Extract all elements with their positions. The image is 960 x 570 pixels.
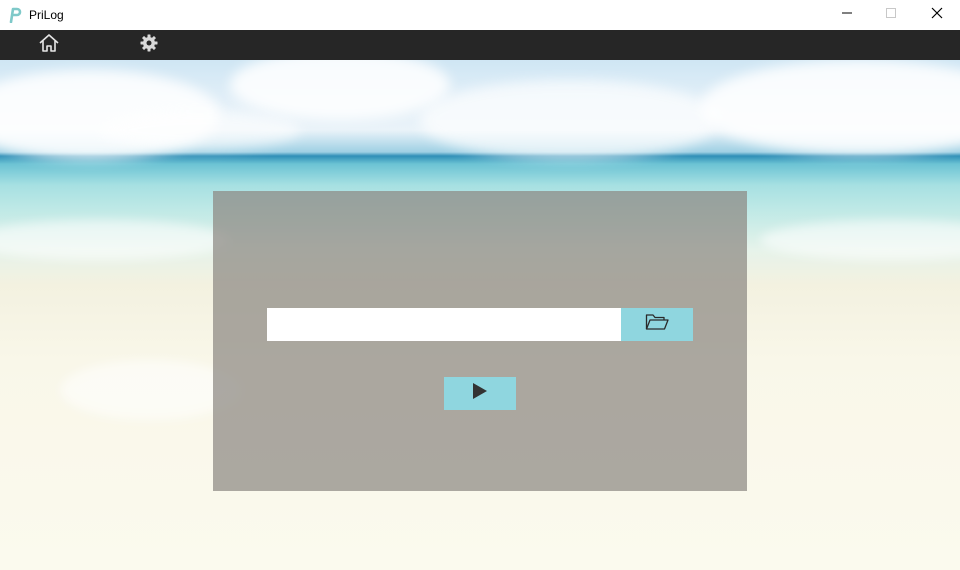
folder-open-icon	[645, 313, 669, 336]
browse-button[interactable]	[621, 308, 693, 341]
gear-icon	[140, 34, 158, 57]
window-title: PriLog	[29, 8, 64, 22]
prilog-logo-icon	[8, 7, 22, 24]
close-icon	[931, 6, 943, 24]
minimize-button[interactable]	[824, 0, 870, 30]
close-button[interactable]	[914, 0, 960, 30]
file-path-input[interactable]	[267, 308, 621, 341]
maximize-icon	[885, 6, 897, 24]
settings-button[interactable]	[129, 30, 169, 60]
minimize-icon	[841, 6, 853, 24]
home-button[interactable]	[29, 30, 69, 60]
maximize-button[interactable]	[868, 0, 914, 30]
title-bar[interactable]: PriLog	[0, 0, 960, 30]
app-window: PriLog	[0, 0, 960, 570]
home-icon	[38, 33, 60, 58]
main-panel	[213, 191, 747, 491]
play-icon	[472, 382, 488, 405]
toolbar	[0, 30, 960, 60]
play-button[interactable]	[444, 377, 516, 410]
